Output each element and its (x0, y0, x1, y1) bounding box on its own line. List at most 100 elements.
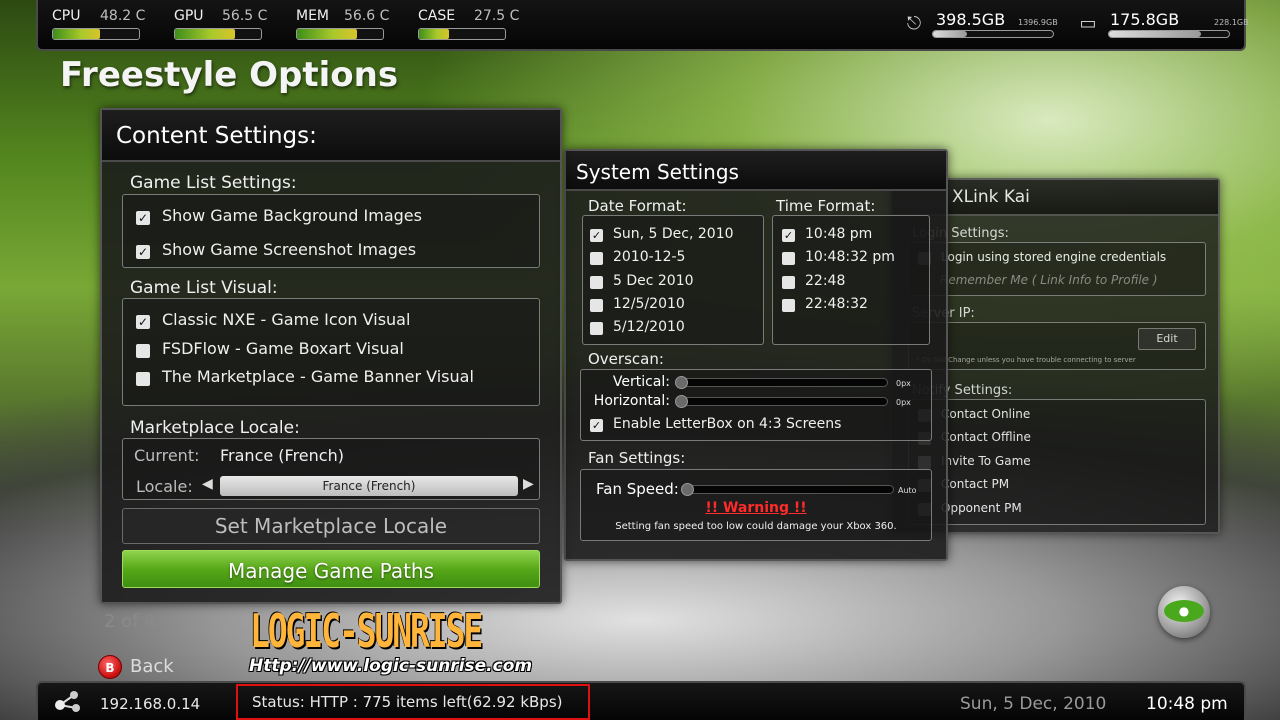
checkbox-checked-icon: ✓ (590, 229, 603, 242)
checkbox-icon: ✓ (782, 252, 795, 265)
checkbox-icon: ✓ (590, 299, 603, 312)
date-format-option[interactable]: ✓ 5/12/2010 (590, 319, 685, 335)
xlink-edit-button[interactable]: Edit (1138, 328, 1196, 350)
system-settings-panel[interactable]: System Settings Date Format: ✓ Sun, 5 Dec… (564, 149, 948, 561)
fan-speed-label: Fan Speed: (596, 480, 679, 498)
case-label: CASE (418, 8, 456, 24)
locale-prev-arrow-icon[interactable]: ◀ (202, 476, 213, 492)
time-format-option[interactable]: ✓ 10:48 pm (782, 226, 872, 242)
bottom-status-bar: 192.168.0.14 Status: HTTP : 775 items le… (36, 681, 1246, 720)
xlink-server-note: * Do Not Change unless you have trouble … (916, 356, 1136, 364)
usb-icon: ⎋ (906, 13, 922, 34)
date-format-option[interactable]: ✓ 2010-12-5 (590, 249, 685, 265)
visual-classic-nxe-option[interactable]: ✓ Classic NXE - Game Icon Visual (136, 310, 410, 329)
usb-space-bar (932, 30, 1054, 38)
time-format-title: Time Format: (776, 197, 876, 215)
checkbox-checked-icon: ✓ (136, 315, 150, 329)
show-background-option[interactable]: ✓ Show Game Background Images (136, 206, 422, 225)
slider-knob[interactable] (675, 395, 688, 408)
locale-next-arrow-icon[interactable]: ▶ (523, 476, 534, 492)
mem-temp-bar (296, 28, 384, 40)
overscan-horizontal-slider[interactable] (675, 395, 888, 408)
visual-fsdflow-option[interactable]: ✓ FSDFlow - Game Boxart Visual (136, 339, 404, 358)
hdd-total: 228.1GB (1214, 18, 1249, 27)
letterbox-option[interactable]: ✓ Enable LetterBox on 4:3 Screens (590, 416, 841, 432)
visual-marketplace-label: The Marketplace - Game Banner Visual (162, 367, 474, 386)
show-screenshot-label: Show Game Screenshot Images (162, 240, 417, 259)
xlink-notify-label: Contact PM (941, 477, 1010, 491)
overscan-vertical-slider[interactable] (675, 376, 888, 389)
time-format-option[interactable]: ✓ 22:48 (782, 273, 845, 289)
date-format-title: Date Format: (588, 197, 687, 215)
cpu-label: CPU (52, 8, 81, 24)
back-button[interactable]: Back (130, 656, 174, 677)
time-format-label: 22:48 (805, 273, 846, 289)
slider-knob[interactable] (681, 483, 694, 496)
date-format-label: 5 Dec 2010 (613, 273, 694, 289)
overscan-vertical-value: 0px (896, 379, 911, 388)
set-marketplace-locale-button[interactable]: Set Marketplace Locale (122, 508, 540, 544)
date-format-label: Sun, 5 Dec, 2010 (613, 226, 734, 242)
visual-fsdflow-label: FSDFlow - Game Boxart Visual (162, 339, 404, 358)
locale-current-label: Current: (134, 446, 200, 465)
date-format-option[interactable]: ✓ 12/5/2010 (590, 296, 685, 312)
show-screenshot-option[interactable]: ✓ Show Game Screenshot Images (136, 240, 416, 259)
system-settings-title: System Settings (566, 151, 946, 191)
case-temp-bar (418, 28, 506, 40)
hdd-icon: ▭ (1079, 13, 1097, 34)
usb-free: 398.5GB (936, 10, 1006, 29)
locale-select[interactable]: France (French) (220, 476, 518, 496)
manage-game-paths-button[interactable]: Manage Game Paths (122, 550, 540, 588)
date-display: Sun, 5 Dec, 2010 (960, 694, 1107, 714)
page-indicator: 2 of 4 (104, 611, 156, 632)
xlink-login-stored-option[interactable]: ✓Login using stored engine credentials (918, 250, 1166, 265)
hdd-space-bar (1108, 30, 1230, 38)
locale-current-value: France (French) (220, 446, 344, 465)
hdd-free: 175.8GB (1110, 10, 1180, 29)
b-button-icon[interactable]: B (98, 655, 122, 679)
checkbox-checked-icon: ✓ (590, 419, 603, 432)
checkbox-icon: ✓ (782, 276, 795, 289)
fan-settings-title: Fan Settings: (588, 449, 686, 467)
overscan-horizontal-label: Horizontal: (593, 393, 670, 409)
fan-speed-value: Auto (898, 486, 917, 495)
xlink-notify-label: Contact Offline (941, 430, 1031, 444)
overscan-horizontal-value: 0px (896, 398, 911, 407)
fan-speed-slider[interactable] (681, 483, 894, 496)
status-text: Status: HTTP : 775 items left(62.92 kBps… (236, 684, 590, 720)
locale-select-label: Locale: (136, 477, 193, 496)
fan-warning-text: Setting fan speed too low could damage y… (615, 521, 897, 532)
fan-warning-title: !! Warning !! (705, 500, 807, 516)
network-icon (52, 689, 86, 713)
visual-classic-nxe-label: Classic NXE - Game Icon Visual (162, 310, 411, 329)
logic-sunrise-watermark: LOGIC-SUNRISE (250, 604, 483, 658)
checkbox-icon: ✓ (136, 372, 150, 386)
date-format-option[interactable]: ✓ 5 Dec 2010 (590, 273, 694, 289)
time-format-label: 22:48:32 (805, 296, 868, 312)
date-format-option[interactable]: ✓ Sun, 5 Dec, 2010 (590, 226, 734, 242)
xlink-notify-label: Opponent PM (941, 501, 1022, 515)
xlink-notify-label: Invite To Game (941, 454, 1031, 468)
game-list-visual-title: Game List Visual: (130, 278, 278, 298)
checkbox-icon: ✓ (782, 299, 795, 312)
gpu-temp-bar (174, 28, 262, 40)
logic-sunrise-url: Http://www.logic-sunrise.com (249, 656, 533, 676)
content-settings-panel[interactable]: Content Settings: Game List Settings: ✓ S… (100, 108, 562, 604)
xlink-remember-me[interactable]: Remember Me ( Link Info to Profile ) (940, 273, 1158, 287)
slider-knob[interactable] (675, 376, 688, 389)
mem-value: 56.6 C (344, 8, 390, 24)
cpu-temp-bar (52, 28, 140, 40)
visual-marketplace-option[interactable]: ✓ The Marketplace - Game Banner Visual (136, 367, 474, 386)
case-value: 27.5 C (474, 8, 520, 24)
top-status-bar: CPU 48.2 C GPU 56.5 C MEM 56.6 C CASE 27… (36, 0, 1249, 51)
gpu-value: 56.5 C (222, 8, 268, 24)
xlink-login-stored-label: Login using stored engine credentials (941, 250, 1167, 264)
fsd-logo-icon: ● (1158, 586, 1210, 638)
letterbox-label: Enable LetterBox on 4:3 Screens (613, 416, 842, 432)
time-format-option[interactable]: ✓ 10:48:32 pm (782, 249, 895, 265)
xlink-notify-label: Contact Online (941, 407, 1031, 421)
content-settings-title: Content Settings: (102, 110, 560, 162)
checkbox-checked-icon: ✓ (136, 211, 150, 225)
overscan-title: Overscan: (588, 350, 664, 368)
time-format-option[interactable]: ✓ 22:48:32 (782, 296, 868, 312)
